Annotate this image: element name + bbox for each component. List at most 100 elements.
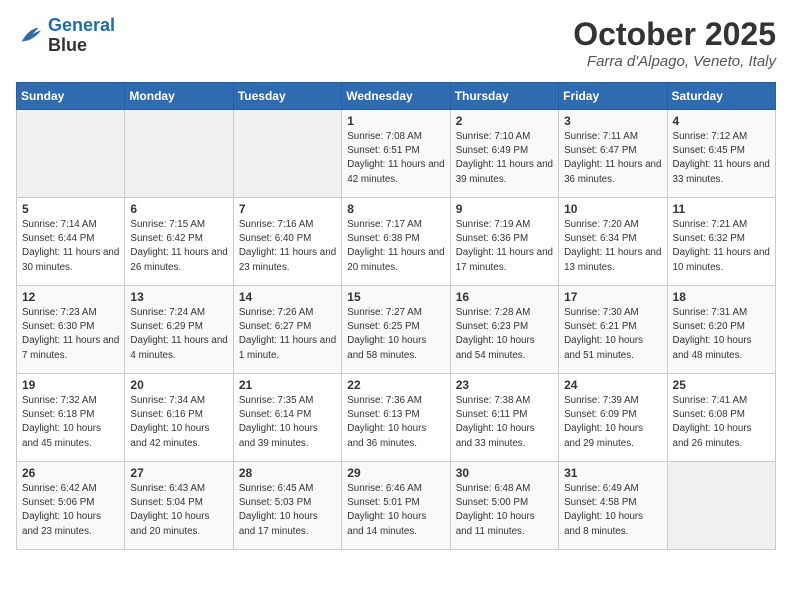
calendar-cell: 2 Sunrise: 7:10 AMSunset: 6:49 PMDaylight…	[450, 110, 558, 198]
weekday-header-monday: Monday	[125, 83, 233, 110]
calendar-cell	[233, 110, 341, 198]
calendar-cell: 24 Sunrise: 7:39 AMSunset: 6:09 PMDayligh…	[559, 374, 667, 462]
cell-info: Sunrise: 7:19 AMSunset: 6:36 PMDaylight:…	[456, 218, 553, 275]
calendar-cell: 26 Sunrise: 6:42 AMSunset: 5:06 PMDayligh…	[17, 462, 125, 550]
cell-info: Sunrise: 6:45 AMSunset: 5:03 PMDaylight:…	[239, 482, 336, 539]
week-row-5: 26 Sunrise: 6:42 AMSunset: 5:06 PMDayligh…	[17, 462, 776, 550]
weekday-header-tuesday: Tuesday	[233, 83, 341, 110]
day-number: 6	[130, 202, 227, 216]
day-number: 31	[564, 466, 661, 480]
day-number: 9	[456, 202, 553, 216]
cell-info: Sunrise: 7:38 AMSunset: 6:11 PMDaylight:…	[456, 394, 553, 451]
calendar-cell: 31Sunrise: 6:49 AMSunset: 4:58 PMDayligh…	[559, 462, 667, 550]
cell-info: Sunrise: 7:36 AMSunset: 6:13 PMDaylight:…	[347, 394, 444, 451]
day-number: 10	[564, 202, 661, 216]
calendar-cell: 15Sunrise: 7:27 AMSunset: 6:25 PMDayligh…	[342, 286, 450, 374]
calendar-cell: 22 Sunrise: 7:36 AMSunset: 6:13 PMDayligh…	[342, 374, 450, 462]
location-text: Farra d'Alpago, Veneto, Italy	[573, 53, 776, 70]
calendar-cell	[125, 110, 233, 198]
logo: GeneralBlue	[16, 16, 115, 56]
day-number: 5	[22, 202, 119, 216]
calendar-cell: 10 Sunrise: 7:20 AMSunset: 6:34 PMDayligh…	[559, 198, 667, 286]
cell-info: Sunrise: 7:20 AMSunset: 6:34 PMDaylight:…	[564, 218, 661, 275]
week-row-2: 5 Sunrise: 7:14 AMSunset: 6:44 PMDaylight…	[17, 198, 776, 286]
logo-icon	[16, 22, 44, 50]
calendar-cell: 20Sunrise: 7:34 AMSunset: 6:16 PMDayligh…	[125, 374, 233, 462]
cell-info: Sunrise: 7:34 AMSunset: 6:16 PMDaylight:…	[130, 394, 227, 451]
day-number: 2	[456, 114, 553, 128]
cell-info: Sunrise: 7:23 AMSunset: 6:30 PMDaylight:…	[22, 306, 119, 363]
calendar-cell: 30 Sunrise: 6:48 AMSunset: 5:00 PMDayligh…	[450, 462, 558, 550]
page-header: GeneralBlue October 2025 Farra d'Alpago,…	[16, 16, 776, 70]
day-number: 30	[456, 466, 553, 480]
week-row-3: 12 Sunrise: 7:23 AMSunset: 6:30 PMDayligh…	[17, 286, 776, 374]
day-number: 12	[22, 290, 119, 304]
calendar-cell: 25Sunrise: 7:41 AMSunset: 6:08 PMDayligh…	[667, 374, 775, 462]
cell-info: Sunrise: 6:48 AMSunset: 5:00 PMDaylight:…	[456, 482, 553, 539]
month-title: October 2025	[573, 16, 776, 53]
cell-info: Sunrise: 7:12 AMSunset: 6:45 PMDaylight:…	[673, 130, 770, 187]
cell-info: Sunrise: 7:41 AMSunset: 6:08 PMDaylight:…	[673, 394, 770, 451]
cell-info: Sunrise: 7:10 AMSunset: 6:49 PMDaylight:…	[456, 130, 553, 187]
day-number: 3	[564, 114, 661, 128]
day-number: 22	[347, 378, 444, 392]
day-number: 14	[239, 290, 336, 304]
day-number: 29	[347, 466, 444, 480]
day-number: 4	[673, 114, 770, 128]
calendar-cell: 19 Sunrise: 7:32 AMSunset: 6:18 PMDayligh…	[17, 374, 125, 462]
day-number: 16	[456, 290, 553, 304]
calendar-cell: 13 Sunrise: 7:24 AMSunset: 6:29 PMDayligh…	[125, 286, 233, 374]
cell-info: Sunrise: 7:27 AMSunset: 6:25 PMDaylight:…	[347, 306, 444, 363]
day-number: 8	[347, 202, 444, 216]
weekday-header-row: SundayMondayTuesdayWednesdayThursdayFrid…	[17, 83, 776, 110]
cell-info: Sunrise: 7:11 AMSunset: 6:47 PMDaylight:…	[564, 130, 661, 187]
calendar-cell: 9 Sunrise: 7:19 AMSunset: 6:36 PMDaylight…	[450, 198, 558, 286]
cell-info: Sunrise: 7:17 AMSunset: 6:38 PMDaylight:…	[347, 218, 444, 275]
calendar-cell: 1Sunrise: 7:08 AMSunset: 6:51 PMDaylight…	[342, 110, 450, 198]
cell-info: Sunrise: 7:14 AMSunset: 6:44 PMDaylight:…	[22, 218, 119, 275]
day-number: 11	[673, 202, 770, 216]
day-number: 24	[564, 378, 661, 392]
cell-info: Sunrise: 7:21 AMSunset: 6:32 PMDaylight:…	[673, 218, 770, 275]
calendar-cell: 27 Sunrise: 6:43 AMSunset: 5:04 PMDayligh…	[125, 462, 233, 550]
calendar-cell: 5 Sunrise: 7:14 AMSunset: 6:44 PMDaylight…	[17, 198, 125, 286]
cell-info: Sunrise: 6:46 AMSunset: 5:01 PMDaylight:…	[347, 482, 444, 539]
calendar-cell: 7Sunrise: 7:16 AMSunset: 6:40 PMDaylight…	[233, 198, 341, 286]
calendar-cell: 3 Sunrise: 7:11 AMSunset: 6:47 PMDaylight…	[559, 110, 667, 198]
day-number: 23	[456, 378, 553, 392]
cell-info: Sunrise: 7:39 AMSunset: 6:09 PMDaylight:…	[564, 394, 661, 451]
weekday-header-sunday: Sunday	[17, 83, 125, 110]
weekday-header-saturday: Saturday	[667, 83, 775, 110]
day-number: 27	[130, 466, 227, 480]
day-number: 13	[130, 290, 227, 304]
day-number: 26	[22, 466, 119, 480]
calendar-cell: 23 Sunrise: 7:38 AMSunset: 6:11 PMDayligh…	[450, 374, 558, 462]
cell-info: Sunrise: 6:43 AMSunset: 5:04 PMDaylight:…	[130, 482, 227, 539]
logo-text: GeneralBlue	[48, 16, 115, 56]
week-row-4: 19 Sunrise: 7:32 AMSunset: 6:18 PMDayligh…	[17, 374, 776, 462]
calendar-cell	[667, 462, 775, 550]
calendar-cell: 12 Sunrise: 7:23 AMSunset: 6:30 PMDayligh…	[17, 286, 125, 374]
cell-info: Sunrise: 7:31 AMSunset: 6:20 PMDaylight:…	[673, 306, 770, 363]
cell-info: Sunrise: 7:24 AMSunset: 6:29 PMDaylight:…	[130, 306, 227, 363]
weekday-header-friday: Friday	[559, 83, 667, 110]
day-number: 28	[239, 466, 336, 480]
day-number: 19	[22, 378, 119, 392]
cell-info: Sunrise: 7:32 AMSunset: 6:18 PMDaylight:…	[22, 394, 119, 451]
calendar-cell	[17, 110, 125, 198]
weekday-header-wednesday: Wednesday	[342, 83, 450, 110]
title-block: October 2025 Farra d'Alpago, Veneto, Ita…	[573, 16, 776, 70]
cell-info: Sunrise: 7:15 AMSunset: 6:42 PMDaylight:…	[130, 218, 227, 275]
week-row-1: 1Sunrise: 7:08 AMSunset: 6:51 PMDaylight…	[17, 110, 776, 198]
calendar-cell: 17Sunrise: 7:30 AMSunset: 6:21 PMDayligh…	[559, 286, 667, 374]
calendar-cell: 11 Sunrise: 7:21 AMSunset: 6:32 PMDayligh…	[667, 198, 775, 286]
cell-info: Sunrise: 6:42 AMSunset: 5:06 PMDaylight:…	[22, 482, 119, 539]
cell-info: Sunrise: 7:30 AMSunset: 6:21 PMDaylight:…	[564, 306, 661, 363]
calendar-cell: 16 Sunrise: 7:28 AMSunset: 6:23 PMDayligh…	[450, 286, 558, 374]
calendar-cell: 14 Sunrise: 7:26 AMSunset: 6:27 PMDayligh…	[233, 286, 341, 374]
cell-info: Sunrise: 7:28 AMSunset: 6:23 PMDaylight:…	[456, 306, 553, 363]
calendar-cell: 18Sunrise: 7:31 AMSunset: 6:20 PMDayligh…	[667, 286, 775, 374]
cell-info: Sunrise: 7:35 AMSunset: 6:14 PMDaylight:…	[239, 394, 336, 451]
day-number: 7	[239, 202, 336, 216]
cell-info: Sunrise: 7:26 AMSunset: 6:27 PMDaylight:…	[239, 306, 336, 363]
